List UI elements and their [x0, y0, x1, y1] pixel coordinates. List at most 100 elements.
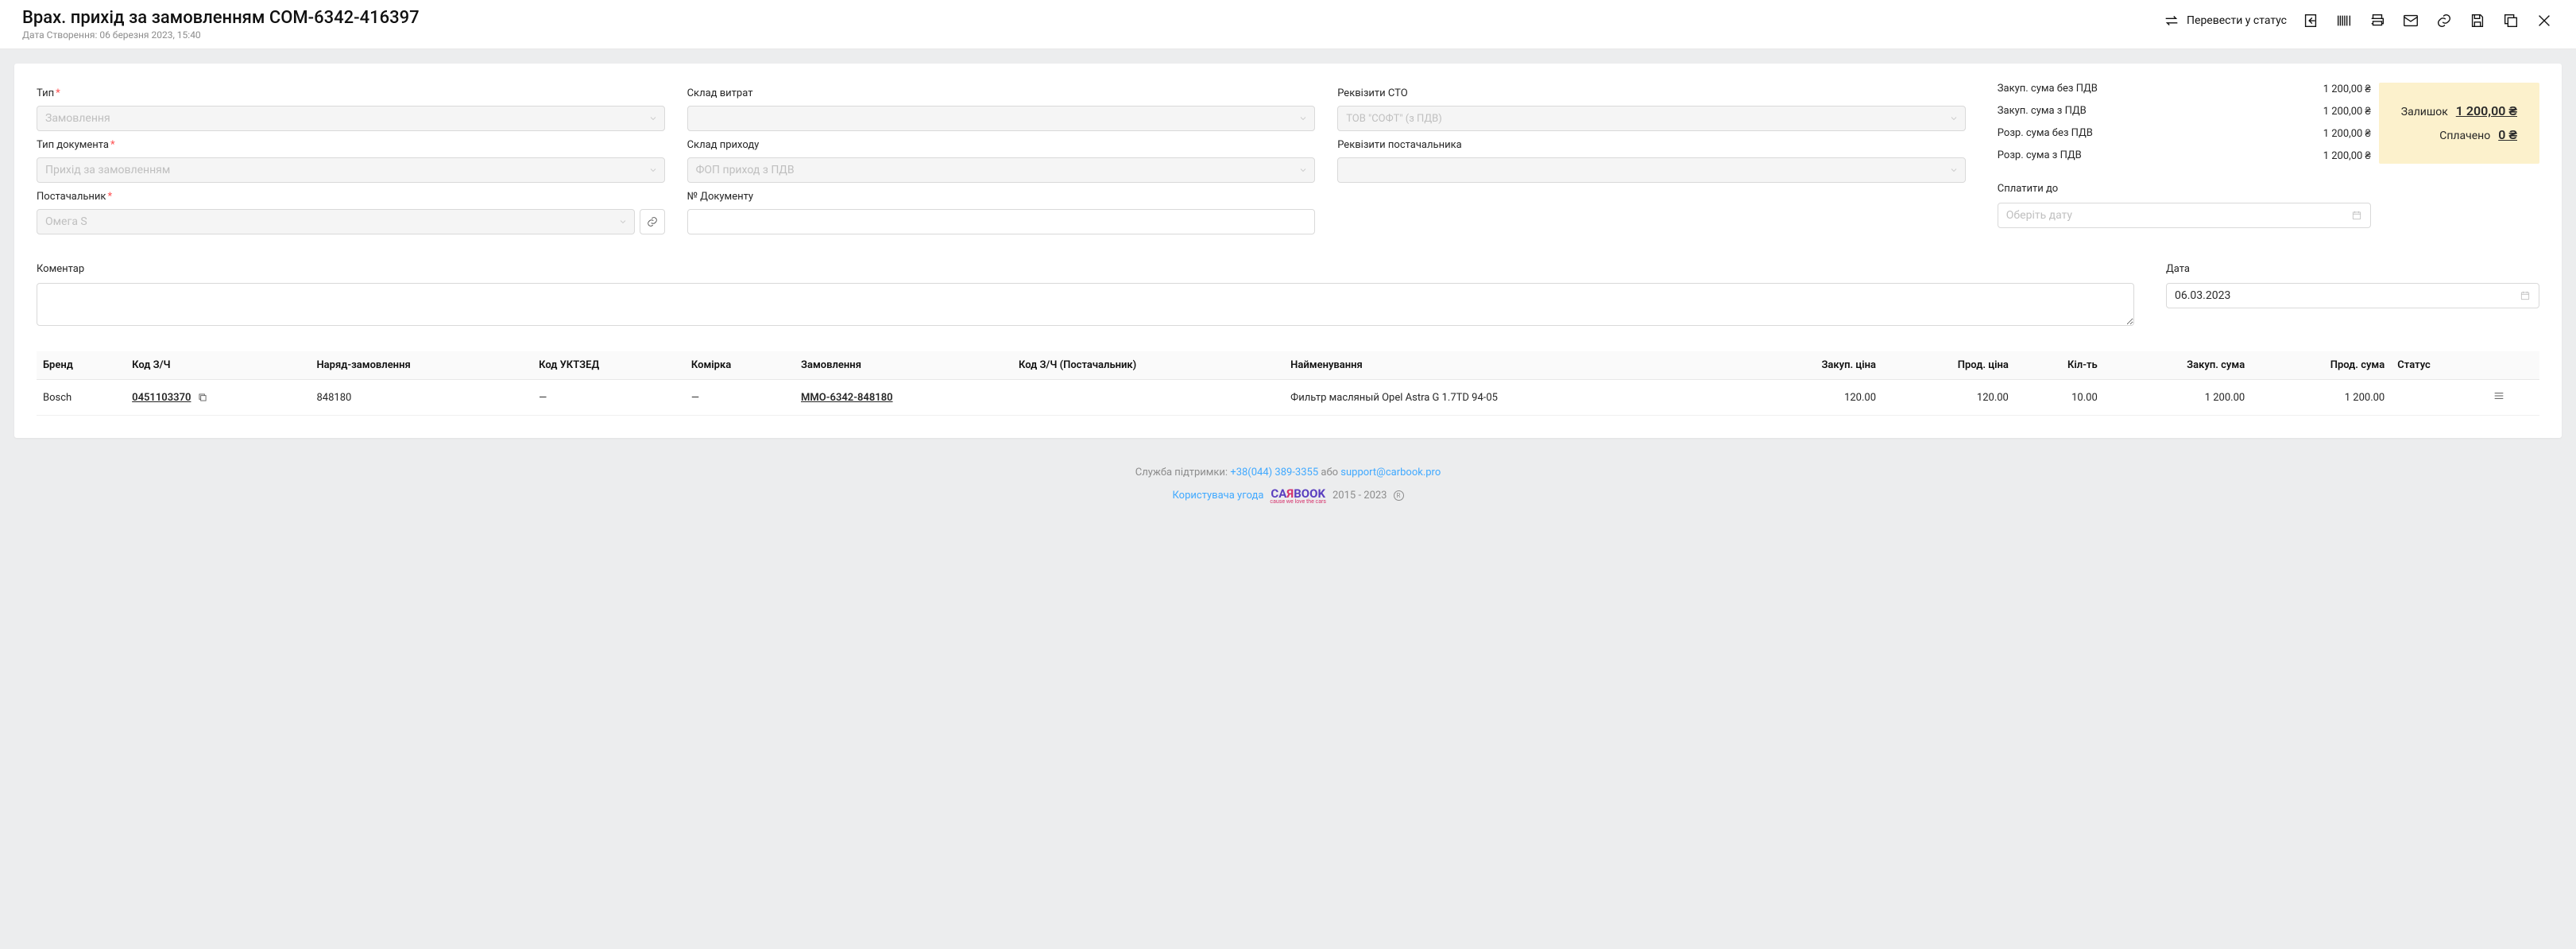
- barcode-icon: [2335, 12, 2353, 29]
- cell-sale-sum: 1 200.00: [2251, 380, 2391, 416]
- comment-label: Коментар: [37, 263, 2134, 275]
- user-agreement-link[interactable]: Користувача угода: [1173, 490, 1264, 502]
- total-row: Розр. сума без ПДВ1 200,00 ₴: [1998, 127, 2371, 140]
- save-button[interactable]: [2468, 11, 2487, 30]
- support-email-link[interactable]: support@carbook.pro: [1340, 467, 1441, 478]
- th-partcode[interactable]: Код З/Ч: [126, 351, 310, 380]
- support-label: Служба підтримки:: [1135, 467, 1231, 478]
- cell-cell: —: [685, 380, 795, 416]
- th-cell[interactable]: Комірка: [685, 351, 795, 380]
- th-sale-sum[interactable]: Прод. сума: [2251, 351, 2391, 380]
- menu-icon: [2493, 389, 2505, 402]
- footer-years: 2015 - 2023: [1332, 490, 1387, 502]
- export-button[interactable]: [2301, 11, 2320, 30]
- total-row: Розр. сума з ПДВ1 200,00 ₴: [1998, 149, 2371, 162]
- supplier-req-select[interactable]: [1337, 157, 1966, 183]
- print-icon: [2369, 12, 2386, 29]
- th-uktzed[interactable]: Код УКТЗЕД: [532, 351, 685, 380]
- cell-order-doc: 848180: [310, 380, 532, 416]
- th-brand[interactable]: Бренд: [37, 351, 126, 380]
- th-qty[interactable]: Кіл-ть: [2015, 351, 2104, 380]
- paid-value[interactable]: 0 ₴: [2498, 127, 2517, 143]
- calendar-icon: [2520, 290, 2531, 301]
- docnum-input[interactable]: [687, 209, 1316, 234]
- chevron-down-icon: [1298, 114, 1308, 123]
- cell-uktzed: —: [532, 380, 685, 416]
- barcode-button[interactable]: [2334, 11, 2354, 30]
- save-icon: [2469, 12, 2486, 29]
- link-icon: [646, 215, 659, 228]
- mail-icon: [2402, 12, 2419, 29]
- header-left: Врах. прихід за замовленням COM-6342-416…: [22, 8, 420, 41]
- change-status-button[interactable]: Перевести у статус: [2163, 12, 2287, 29]
- th-pur-sum[interactable]: Закуп. сума: [2104, 351, 2251, 380]
- sto-req-label: Реквізити СТО: [1337, 87, 1966, 99]
- th-order[interactable]: Замовлення: [795, 351, 1012, 380]
- balance-highlight: Залишок 1 200,00 ₴ Сплачено 0 ₴: [2379, 83, 2539, 164]
- table-row: Bosch 0451103370 848180 — — MMO-6342-848…: [37, 380, 2539, 416]
- cell-order: MMO-6342-848180: [795, 380, 1012, 416]
- chevron-down-icon: [648, 165, 658, 175]
- link-button[interactable]: [2435, 11, 2454, 30]
- table-header-row: Бренд Код З/Ч Наряд-замовлення Код УКТЗЕ…: [37, 351, 2539, 380]
- th-sale-price[interactable]: Прод. ціна: [1882, 351, 2015, 380]
- registered-icon: R: [1394, 490, 1404, 501]
- cell-brand: Bosch: [37, 380, 126, 416]
- supplier-select[interactable]: Омега S: [37, 209, 635, 234]
- th-supplier-code[interactable]: Код З/Ч (Постачальник): [1012, 351, 1284, 380]
- comment-textarea[interactable]: [37, 283, 2134, 326]
- th-status[interactable]: Статус: [2391, 351, 2486, 380]
- th-order-doc[interactable]: Наряд-замовлення: [310, 351, 532, 380]
- calendar-icon: [2351, 210, 2362, 221]
- remain-value[interactable]: 1 200,00 ₴: [2456, 103, 2517, 119]
- chevron-down-icon: [618, 217, 628, 227]
- th-pur-price[interactable]: Закуп. ціна: [1742, 351, 1882, 380]
- page-header: Врах. прихід за замовленням COM-6342-416…: [0, 0, 2576, 49]
- total-row: Закуп. сума без ПДВ1 200,00 ₴: [1998, 83, 2371, 95]
- link-icon: [2435, 12, 2453, 29]
- form-col-3: Реквізити СТО ТОВ "СОФТ" (з ПДВ) Реквізи…: [1337, 83, 1966, 234]
- docnum-label: № Документу: [687, 191, 1316, 203]
- doctype-select[interactable]: Прихід за замовленням: [37, 157, 665, 183]
- partcode-link[interactable]: 0451103370: [132, 392, 191, 404]
- main-card: Тип* Замовлення Тип документа* Прихід за…: [14, 64, 2562, 438]
- payby-date-input[interactable]: Оберіть дату: [1998, 203, 2371, 228]
- date-input[interactable]: 06.03.2023: [2166, 283, 2539, 308]
- header-actions: Перевести у статус: [2163, 8, 2554, 30]
- supplier-link-button[interactable]: [640, 209, 665, 234]
- order-link[interactable]: MMO-6342-848180: [801, 392, 893, 404]
- sto-req-select[interactable]: ТОВ "СОФТ" (з ПДВ): [1337, 106, 1966, 131]
- chevron-down-icon: [1298, 165, 1308, 175]
- mail-button[interactable]: [2401, 11, 2420, 30]
- close-button[interactable]: [2535, 11, 2554, 30]
- support-phone-link[interactable]: +38(044) 389-3355: [1230, 467, 1318, 478]
- th-name[interactable]: Найменування: [1284, 351, 1742, 380]
- export-icon: [2302, 12, 2319, 29]
- type-select[interactable]: Замовлення: [37, 106, 665, 131]
- chevron-down-icon: [1949, 165, 1959, 175]
- remain-label: Залишок: [2401, 106, 2448, 118]
- form-col-2: Склад витрат Склад приходу ФОП приход з …: [687, 83, 1316, 234]
- swap-icon: [2163, 12, 2180, 29]
- wh-in-label: Склад приходу: [687, 139, 1316, 151]
- wh-in-select[interactable]: ФОП приход з ПДВ: [687, 157, 1316, 183]
- created-at: Дата Створення: 06 березня 2023, 15:40: [22, 29, 420, 41]
- cell-partcode: 0451103370: [126, 380, 310, 416]
- print-button[interactable]: [2368, 11, 2387, 30]
- page-title: Врах. прихід за замовленням COM-6342-416…: [22, 8, 420, 28]
- cell-supplier-code: [1012, 380, 1284, 416]
- cell-name: Фильтр масляный Opel Astra G 1.7TD 94-05: [1284, 380, 1742, 416]
- totals-block: Закуп. сума без ПДВ1 200,00 ₴ Закуп. сум…: [1998, 83, 2539, 234]
- cell-pur-price: 120.00: [1742, 380, 1882, 416]
- row-menu-button[interactable]: [2486, 380, 2539, 416]
- page-footer: Служба підтримки: +38(044) 389-3355 або …: [14, 438, 2562, 524]
- copy-button[interactable]: [2501, 11, 2520, 30]
- doctype-label: Тип документа*: [37, 139, 665, 151]
- form-col-1: Тип* Замовлення Тип документа* Прихід за…: [37, 83, 665, 234]
- cell-status: [2391, 380, 2486, 416]
- supplier-label: Постачальник*: [37, 191, 665, 203]
- copy-partcode-button[interactable]: [197, 392, 208, 403]
- wh-out-select[interactable]: [687, 106, 1316, 131]
- supplier-req-label: Реквізити постачальника: [1337, 139, 1966, 151]
- wh-out-label: Склад витрат: [687, 87, 1316, 99]
